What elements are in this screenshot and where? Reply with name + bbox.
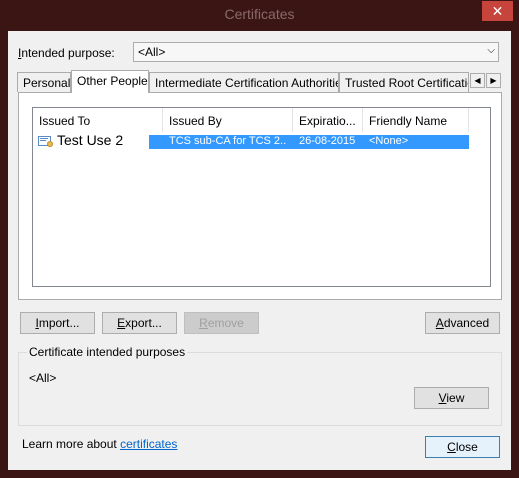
tab-trusted-root-certification[interactable]: Trusted Root Certification xyxy=(339,72,469,92)
column-header-issued-by[interactable]: Issued By xyxy=(163,108,293,132)
learn-more-text: Learn more about certificates xyxy=(22,437,178,451)
export-button[interactable]: Export... xyxy=(102,312,177,334)
cell-expiration: 26-08-2015 xyxy=(299,135,356,147)
certificates-link[interactable]: certificates xyxy=(120,437,177,451)
advanced-button[interactable]: Advanced xyxy=(425,312,500,334)
certificate-icon xyxy=(38,135,54,148)
intended-purpose-label: Intended purpose: xyxy=(18,46,115,60)
close-button[interactable]: Close xyxy=(425,436,500,458)
tab-intermediate-certification-authorities[interactable]: Intermediate Certification Authorities xyxy=(149,72,339,92)
dialog-client-area: Intended purpose: <All> ⌵ Personal Other… xyxy=(8,31,511,470)
view-button[interactable]: View xyxy=(414,387,489,409)
tab-panel: Issued To Issued By Expiratio... Friendl… xyxy=(18,92,502,300)
window-title: Certificates xyxy=(224,6,295,22)
import-button[interactable]: Import... xyxy=(20,312,95,334)
cell-issued-to: Test Use 2 xyxy=(57,132,124,148)
cell-friendly-name: <None> xyxy=(369,135,409,147)
tab-scroll-left-icon[interactable]: ◀ xyxy=(470,73,485,88)
tab-scroll-right-icon[interactable]: ▶ xyxy=(486,73,501,88)
tab-personal[interactable]: Personal xyxy=(17,72,71,92)
column-header-issued-to[interactable]: Issued To xyxy=(33,108,163,132)
remove-button[interactable]: Remove xyxy=(184,312,259,334)
certificate-store-tabs: Personal Other People Intermediate Certi… xyxy=(17,70,502,93)
chevron-down-icon: ⌵ xyxy=(487,45,495,56)
column-header-expiration[interactable]: Expiratio... xyxy=(293,108,363,132)
window-close-button[interactable]: ✕ xyxy=(482,1,513,21)
table-row[interactable]: Test Use 2 TCS sub-CA for TCS 2... 26-08… xyxy=(33,132,469,150)
column-header-friendly-name[interactable]: Friendly Name xyxy=(363,108,469,132)
tab-other-people[interactable]: Other People xyxy=(71,70,149,93)
intended-purpose-value: <All> xyxy=(138,45,166,59)
intended-purpose-dropdown[interactable]: <All> ⌵ xyxy=(133,42,499,62)
intended-purposes-value: <All> xyxy=(29,371,57,385)
intended-purposes-group: Certificate intended purposes <All> View xyxy=(18,345,502,426)
certificate-list[interactable]: Issued To Issued By Expiratio... Friendl… xyxy=(32,107,491,287)
cell-issued-by: TCS sub-CA for TCS 2... xyxy=(169,135,287,147)
intended-purposes-title: Certificate intended purposes xyxy=(27,345,188,359)
certificates-window: Certificates ✕ Intended purpose: <All> ⌵… xyxy=(0,0,519,478)
title-bar[interactable]: Certificates ✕ xyxy=(0,0,519,30)
